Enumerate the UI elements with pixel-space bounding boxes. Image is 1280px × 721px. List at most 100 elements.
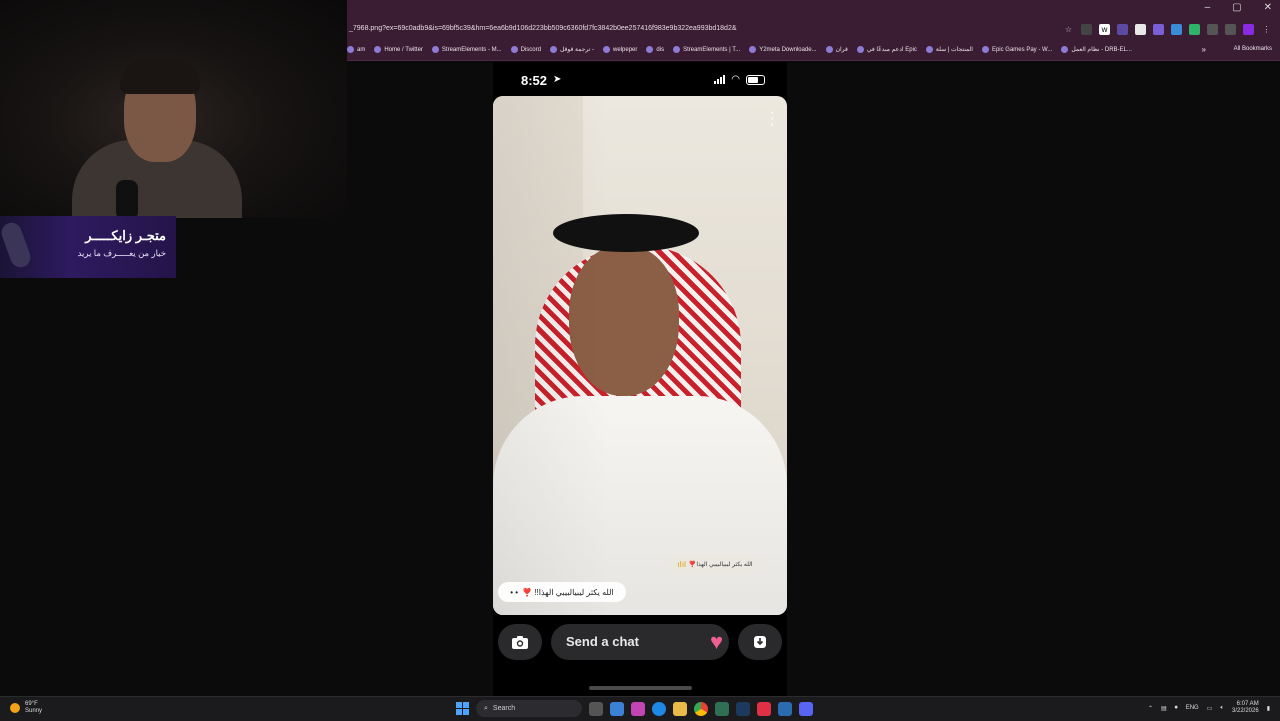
cart-icon [925, 46, 933, 53]
snap-image[interactable]: · · · الله يكثر ليبيالبيبي الهذا❣️ ıIıl ال… [493, 96, 787, 615]
taskbar-apps: ⌕ Search [456, 700, 813, 717]
quick-reply-button[interactable] [738, 624, 782, 660]
outlook-icon[interactable] [778, 701, 792, 716]
steam-icon[interactable] [736, 701, 750, 716]
book-icon [825, 46, 833, 53]
caption-dots: • • [510, 587, 519, 597]
sponsor-banner: متجـر زايكـــــر خيار من يعـــــرف ما ير… [0, 216, 176, 278]
app-a-icon[interactable] [757, 701, 771, 716]
taskbar-search[interactable]: ⌕ Search [476, 700, 582, 717]
notification-icon[interactable]: ▮ [1267, 705, 1270, 712]
voice-reply-badge[interactable]: الله يكثر ليبيالبيبي الهذا❣️ ıIıl [664, 555, 766, 573]
extension-icon[interactable] [1081, 24, 1092, 35]
network-icon[interactable]: ▤ [1161, 705, 1167, 712]
widgets-icon[interactable] [610, 701, 624, 716]
bookmarks-more-button[interactable]: » [1202, 45, 1206, 54]
list-icon[interactable] [1225, 24, 1236, 35]
phone-screen: 8:52 ➤ ◠ · · · الله يكثر ليبيالبيبي الهذا❣… [493, 62, 787, 696]
edge-icon[interactable] [652, 701, 666, 716]
clock[interactable]: 6:07 AM 3/22/2026 [1232, 701, 1259, 715]
extension-icon[interactable] [1153, 24, 1164, 35]
banner-title: متجـر زايكـــــر [85, 228, 166, 243]
clock-date: 3/22/2026 [1231, 708, 1259, 714]
chrome-icon[interactable] [694, 701, 708, 716]
volume-icon[interactable]: 🔈︎ [1220, 705, 1224, 712]
bookmark-item[interactable]: قران [825, 46, 848, 53]
chat-input[interactable]: Send a chat ♥ [551, 624, 729, 660]
pin-icon [603, 46, 611, 53]
language-indicator[interactable]: ENG [1186, 705, 1199, 711]
discord-icon[interactable] [799, 701, 813, 716]
chevron-up-icon[interactable]: ⌃ [1148, 705, 1153, 712]
search-label: Search [492, 705, 516, 712]
minimize-button[interactable]: – [1205, 2, 1211, 13]
bookmark-item[interactable]: dis [646, 46, 664, 53]
bookmark-item[interactable]: نظام العمل - DRB-EL... [1061, 46, 1132, 53]
bookmark-item[interactable]: Discord [510, 46, 541, 53]
url-text[interactable]: _7968.png?ex=69c0adb9&is=69bf5c39&hm=6ea… [349, 25, 737, 32]
bookmark-item[interactable]: ترجمة قوقل - [549, 46, 594, 53]
window-controls: – ▢ ✕ [1205, 2, 1272, 13]
waveform-icon: ıIıl [677, 559, 686, 569]
bookmark-item[interactable]: welpeper [603, 46, 637, 53]
bookmark-label: Y2meta Downloade... [759, 46, 817, 53]
camera-icon [512, 635, 528, 649]
google-icon [549, 46, 557, 53]
bookmark-label: am [357, 46, 366, 53]
microphone-icon[interactable]: ⏺ [1175, 705, 1178, 712]
star-icon[interactable]: ☆ [1063, 24, 1074, 35]
taskbar: 69°F Sunny ⌕ Search ⌃ ▤ ⏺ ENG ▭ 🔈︎ 6:07 … [0, 696, 1280, 721]
extension-icon[interactable] [1189, 24, 1200, 35]
close-button[interactable]: ✕ [1264, 2, 1272, 13]
task-view-icon[interactable] [589, 701, 603, 716]
avatar[interactable] [1243, 24, 1254, 35]
bookmark-item[interactable]: am [347, 46, 365, 53]
bookmark-label: StreamElements - M... [441, 46, 502, 53]
w-extension-icon[interactable]: w [1099, 24, 1110, 35]
reply-sticker-icon [754, 636, 766, 648]
x-icon [374, 46, 382, 53]
bookmark-label: ادعم مبدعًا في Epic [866, 47, 917, 53]
browser-titlebar: – ▢ ✕ [347, 0, 1280, 20]
reply-badge-text: الله يكثر ليبيالبيبي الهذا❣️ [688, 561, 753, 568]
webcam-overlay [0, 0, 347, 218]
wifi-icon: ◠ [731, 74, 740, 85]
bookmarks-list: am Home / Twitter StreamElements - M... Dis… [347, 46, 1132, 53]
address-bar[interactable]: _7968.png?ex=69c0adb9&is=69bf5c39&hm=6ea… [347, 20, 1280, 42]
clock-time: 6:07 AM [1236, 701, 1259, 707]
xbox-icon[interactable] [715, 701, 729, 716]
camera-button[interactable] [498, 624, 542, 660]
puzzle-icon[interactable] [1207, 24, 1218, 35]
extension-icon[interactable] [1171, 24, 1182, 35]
home-indicator [589, 686, 692, 690]
status-icons: ◠ [714, 74, 765, 85]
bookmark-label: StreamElements | T... [683, 46, 741, 53]
search-icon: ⌕ [484, 704, 488, 712]
file-explorer-icon[interactable] [673, 701, 687, 716]
download-icon [749, 46, 757, 53]
bookmark-item[interactable]: StreamElements | T... [673, 46, 740, 53]
bookmark-label: قران [835, 47, 848, 53]
windows-start-icon[interactable] [456, 702, 469, 715]
discord-icon [646, 46, 654, 53]
bookmark-item[interactable]: StreamElements - M... [431, 46, 502, 53]
menu-dots-icon[interactable]: ⋮ [1261, 24, 1272, 35]
bookmark-item[interactable]: ادعم مبدعًا في Epic [856, 46, 917, 53]
weather-widget[interactable]: 69°F Sunny [10, 701, 42, 715]
microphone-icon [116, 180, 138, 218]
bookmark-item[interactable]: Home / Twitter [374, 46, 423, 53]
bookmark-icon [347, 46, 354, 53]
bookmark-item[interactable]: المنتجات | سلة [925, 46, 973, 53]
all-bookmarks-button[interactable]: All Bookmarks [1234, 46, 1272, 52]
bookmark-item[interactable]: Y2meta Downloade... [749, 46, 817, 53]
extension-icon[interactable] [1117, 24, 1128, 35]
bookmark-label: dis [656, 46, 665, 53]
shield-icon[interactable] [1135, 24, 1146, 35]
display-icon[interactable]: ▭ [1207, 705, 1213, 712]
bookmark-item[interactable]: Epic Games Pay - W... [981, 46, 1052, 53]
copilot-icon[interactable] [631, 701, 645, 716]
heart-icon[interactable]: ♥ [710, 629, 723, 655]
more-options-icon[interactable]: · · · [770, 105, 775, 133]
bookmark-label: Discord [520, 46, 541, 53]
maximize-button[interactable]: ▢ [1232, 2, 1241, 13]
